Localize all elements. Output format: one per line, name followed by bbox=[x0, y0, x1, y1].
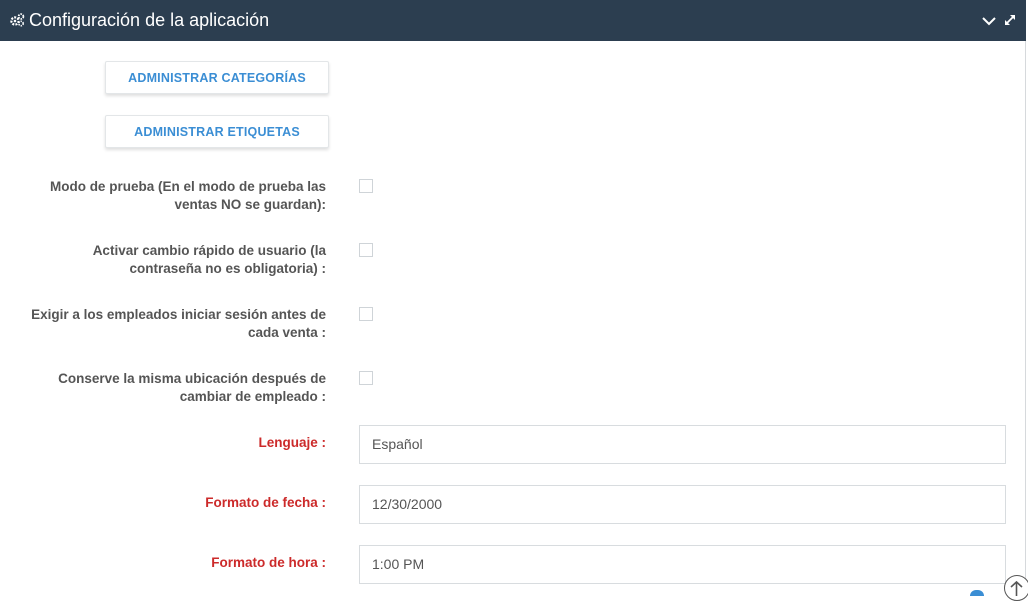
quick-user-switch-label-line1: Activar cambio rápido de usuario (la bbox=[92, 243, 326, 258]
arrow-up-icon bbox=[1010, 580, 1023, 596]
require-login-label-line2: cada venta : bbox=[247, 325, 326, 340]
test-mode-checkbox[interactable] bbox=[359, 179, 373, 193]
require-login-checkbox[interactable] bbox=[359, 307, 373, 321]
keep-location-label-line2: cambiar de empleado : bbox=[179, 389, 326, 404]
language-label: Lenguaje : bbox=[258, 435, 326, 450]
require-login-label: Exigir a los empleados iniciar sesión an… bbox=[26, 306, 326, 342]
keep-location-checkbox[interactable] bbox=[359, 371, 373, 385]
quick-user-switch-label: Activar cambio rápido de usuario (la con… bbox=[26, 242, 326, 278]
floating-action-indicator bbox=[970, 590, 984, 596]
app-config-panel: Configuración de la aplicación ADMINISTR… bbox=[0, 0, 1026, 594]
expand-icon[interactable] bbox=[1003, 13, 1017, 27]
test-mode-label-line1: Modo de prueba (En el modo de prueba las bbox=[49, 179, 326, 194]
quick-user-switch-label-line2: contraseña no es obligatoria) : bbox=[129, 261, 326, 276]
test-mode-label: Modo de prueba (En el modo de prueba las… bbox=[26, 178, 326, 214]
keep-location-label: Conserve la misma ubicación después de c… bbox=[26, 370, 326, 406]
time-format-label: Formato de hora : bbox=[211, 555, 326, 570]
quick-user-switch-checkbox[interactable] bbox=[359, 243, 373, 257]
scroll-to-top-button[interactable] bbox=[1004, 575, 1028, 601]
require-login-label-line1: Exigir a los empleados iniciar sesión an… bbox=[31, 307, 326, 322]
keep-location-label-line1: Conserve la misma ubicación después de bbox=[58, 371, 326, 386]
language-select[interactable]: Español bbox=[359, 425, 1006, 464]
manage-tags-button[interactable]: ADMINISTRAR ETIQUETAS bbox=[105, 115, 329, 148]
date-format-select[interactable]: 12/30/2000 bbox=[359, 485, 1006, 524]
panel-header: Configuración de la aplicación bbox=[0, 0, 1026, 41]
date-format-label: Formato de fecha : bbox=[205, 495, 326, 510]
manage-categories-button[interactable]: ADMINISTRAR CATEGORÍAS bbox=[105, 61, 329, 94]
time-format-select[interactable]: 1:00 PM bbox=[359, 545, 1006, 584]
chevron-down-icon[interactable] bbox=[981, 14, 997, 28]
test-mode-label-line2: ventas NO se guardan): bbox=[174, 197, 326, 212]
gears-icon bbox=[9, 12, 25, 28]
panel-title: Configuración de la aplicación bbox=[29, 10, 270, 30]
